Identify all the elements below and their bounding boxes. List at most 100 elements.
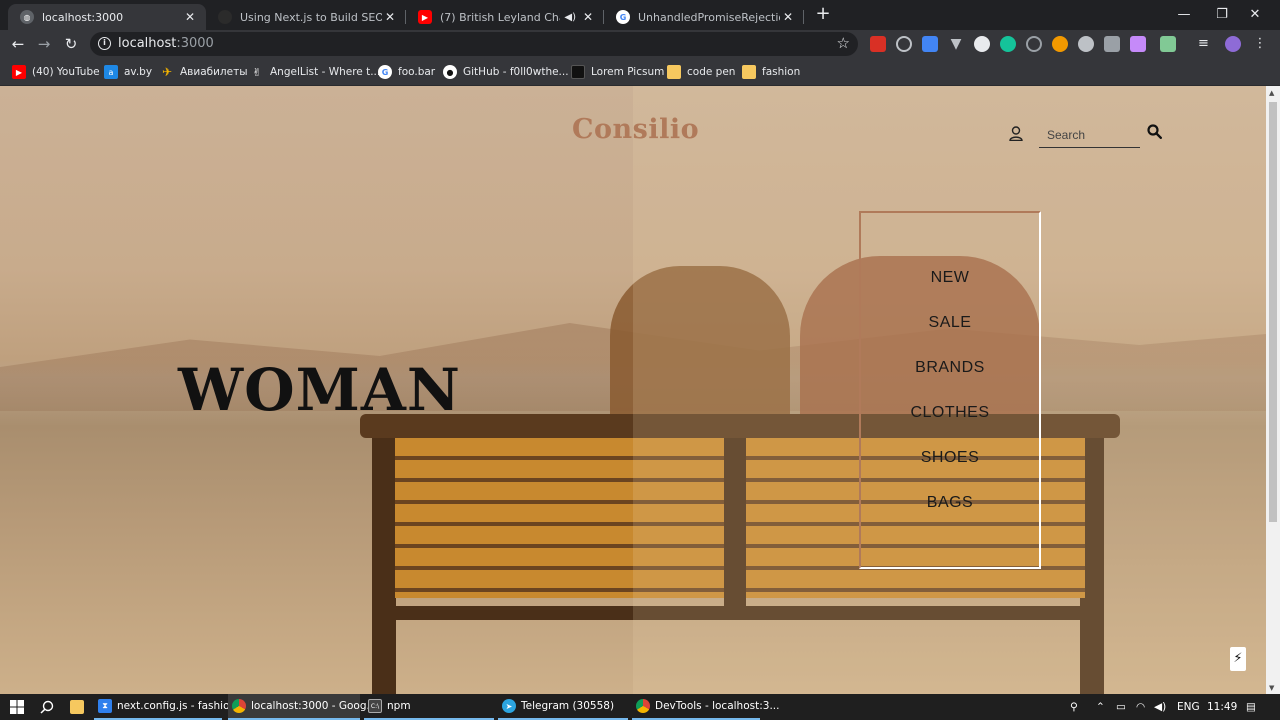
extension-icon[interactable] xyxy=(1078,36,1094,52)
tab-unhandled-promise[interactable]: G UnhandledPromiseRejectionWarn ✕ xyxy=(604,4,804,30)
translate-extension-icon[interactable] xyxy=(922,36,938,52)
youtube-icon: ▶ xyxy=(418,10,432,24)
tab-title: (7) British Leyland Challenge xyxy=(440,10,560,24)
category-menu: NEW SALE BRANDS CLOTHES SHOES BAGS xyxy=(859,211,1041,569)
menu-item-brands[interactable]: BRANDS xyxy=(861,359,1039,377)
bookmark-folder-fashion[interactable]: fashion xyxy=(742,64,800,80)
tab-title: Using Next.js to Build SEO-Friend xyxy=(240,10,382,24)
grammarly-icon[interactable] xyxy=(1000,36,1016,52)
address-bar[interactable]: i localhost:3000 ☆ xyxy=(90,32,858,56)
page-viewport: Consilio WOMAN NEW SALE BRANDS CLOTHES S… xyxy=(0,86,1280,694)
search-icon[interactable] xyxy=(1147,124,1163,143)
close-icon[interactable]: ✕ xyxy=(780,10,796,24)
scroll-up-icon[interactable]: ▲ xyxy=(1269,89,1274,97)
extension-icon[interactable] xyxy=(1160,36,1176,52)
google-icon: G xyxy=(378,65,392,79)
browser-tab-strip: ◍ localhost:3000 ✕ Using Next.js to Buil… xyxy=(0,0,1280,30)
menu-item-new[interactable]: NEW xyxy=(861,269,1039,287)
bookmark-angellist[interactable]: ✌ AngelList - Where t... xyxy=(250,64,380,80)
menu-item-shoes[interactable]: SHOES xyxy=(861,449,1039,467)
globe-icon: ◍ xyxy=(20,10,34,24)
taskbar-app-npm[interactable]: C:\ npm xyxy=(364,694,494,720)
page-scrollbar[interactable]: ▲ ▼ xyxy=(1266,86,1280,694)
scroll-down-icon[interactable]: ▼ xyxy=(1269,684,1274,692)
menu-item-clothes[interactable]: CLOTHES xyxy=(861,404,1039,422)
close-icon[interactable]: ✕ xyxy=(580,10,596,24)
people-icon[interactable]: ⚲ xyxy=(1070,694,1078,720)
tab-title: localhost:3000 xyxy=(42,10,124,24)
avby-icon: a xyxy=(104,65,118,79)
language-indicator[interactable]: ENG xyxy=(1177,694,1200,720)
bookmark-youtube[interactable]: ▶ (40) YouTube xyxy=(12,64,100,80)
notifications-icon[interactable]: ▤ xyxy=(1246,694,1256,720)
cookie-extension-icon[interactable] xyxy=(1052,36,1068,52)
folder-icon xyxy=(70,700,84,714)
taskbar-app-devtools[interactable]: DevTools - localhost:3... xyxy=(632,694,779,720)
bookmark-avby[interactable]: a av.by xyxy=(104,64,152,80)
clock[interactable]: 11:49 xyxy=(1207,694,1237,720)
bookmark-star-icon[interactable]: ☆ xyxy=(837,34,850,52)
audio-icon[interactable]: ◀) xyxy=(564,12,576,23)
nextjs-icon xyxy=(218,10,232,24)
new-tab-button[interactable]: + xyxy=(814,5,832,23)
bookmarks-bar: ▶ (40) YouTube a av.by ✈ Авиабилеты ✌ AngelL… xyxy=(0,58,1280,86)
windows-taskbar: ⧗ next.config.js - fashio... localhost:30… xyxy=(0,694,1280,720)
vscode-icon: ⧗ xyxy=(98,699,112,713)
close-window-button[interactable]: ✕ xyxy=(1232,0,1278,28)
more-menu-icon[interactable]: ⋮ xyxy=(1252,36,1268,52)
tab-youtube-video[interactable]: ▶ (7) British Leyland Challenge ◀) ✕ xyxy=(406,4,604,30)
bookmark-lorem-picsum[interactable]: Lorem Picsum xyxy=(571,64,664,80)
menu-item-bags[interactable]: BAGS xyxy=(861,494,1039,512)
user-icon[interactable] xyxy=(1009,126,1023,145)
tab-title: UnhandledPromiseRejectionWarn xyxy=(638,10,780,24)
close-icon[interactable]: ✕ xyxy=(382,10,398,24)
search-taskbar-button[interactable] xyxy=(36,694,56,720)
url-text[interactable]: localhost:3000 xyxy=(118,36,214,51)
close-icon[interactable]: ✕ xyxy=(182,10,198,24)
search-field xyxy=(1039,122,1140,148)
bookmark-foobar[interactable]: Gfoo.bar xyxy=(378,64,435,80)
github-icon: ● xyxy=(443,65,457,79)
file-explorer-button[interactable] xyxy=(66,694,86,720)
folder-icon xyxy=(667,65,681,79)
windows-icon xyxy=(10,700,24,714)
tab-nextjs-article[interactable]: Using Next.js to Build SEO-Friend ✕ xyxy=(206,4,406,30)
vue-devtools-icon[interactable]: ▼ xyxy=(948,36,964,52)
scrollbar-thumb[interactable] xyxy=(1269,102,1277,522)
terminal-icon: C:\ xyxy=(368,699,382,713)
tab-localhost[interactable]: ◍ localhost:3000 ✕ xyxy=(8,4,206,30)
google-icon: G xyxy=(616,10,630,24)
brand-logo[interactable]: Consilio xyxy=(572,114,699,145)
profile-avatar[interactable] xyxy=(1225,36,1241,52)
info-icon[interactable]: i xyxy=(98,37,111,50)
menu-item-sale[interactable]: SALE xyxy=(861,314,1039,332)
extension-icon[interactable] xyxy=(1130,36,1146,52)
camera-icon xyxy=(571,65,585,79)
reload-button[interactable]: ↻ xyxy=(61,34,81,54)
search-input[interactable] xyxy=(1047,126,1137,144)
wifi-icon[interactable]: ◠ xyxy=(1136,694,1145,720)
extension-icon[interactable] xyxy=(870,36,886,52)
telegram-icon: ➤ xyxy=(502,699,516,713)
bookmark-github[interactable]: ● GitHub - f0ll0wthe... xyxy=(443,64,569,80)
battery-icon[interactable]: ▭ xyxy=(1116,694,1126,720)
forward-button[interactable]: → xyxy=(34,34,54,54)
chevron-up-icon[interactable]: ⌃ xyxy=(1096,694,1105,720)
taskbar-app-chrome[interactable]: localhost:3000 - Goog... xyxy=(228,694,377,720)
angellist-icon: ✌ xyxy=(252,65,262,79)
taskbar-app-telegram[interactable]: ➤ Telegram (30558) xyxy=(498,694,628,720)
bookmark-aviabilety[interactable]: ✈ Авиабилеты xyxy=(160,64,248,80)
extension-icon[interactable] xyxy=(1104,36,1120,52)
history-extension-icon[interactable] xyxy=(1026,36,1042,52)
volume-icon[interactable]: ◀) xyxy=(1154,694,1166,720)
search-icon xyxy=(40,700,54,714)
lightning-icon[interactable]: ⚡ xyxy=(1230,647,1246,671)
extension-icon[interactable] xyxy=(974,36,990,52)
back-button[interactable]: ← xyxy=(8,34,28,54)
taskbar-app-vscode[interactable]: ⧗ next.config.js - fashio... xyxy=(94,694,239,720)
start-button[interactable] xyxy=(6,694,26,720)
media-controls-icon[interactable]: ≡ xyxy=(1198,36,1214,52)
hero-title: WOMAN xyxy=(178,356,461,424)
bookmark-folder-code-pen[interactable]: code pen xyxy=(667,64,735,80)
extension-icon[interactable] xyxy=(896,36,912,52)
